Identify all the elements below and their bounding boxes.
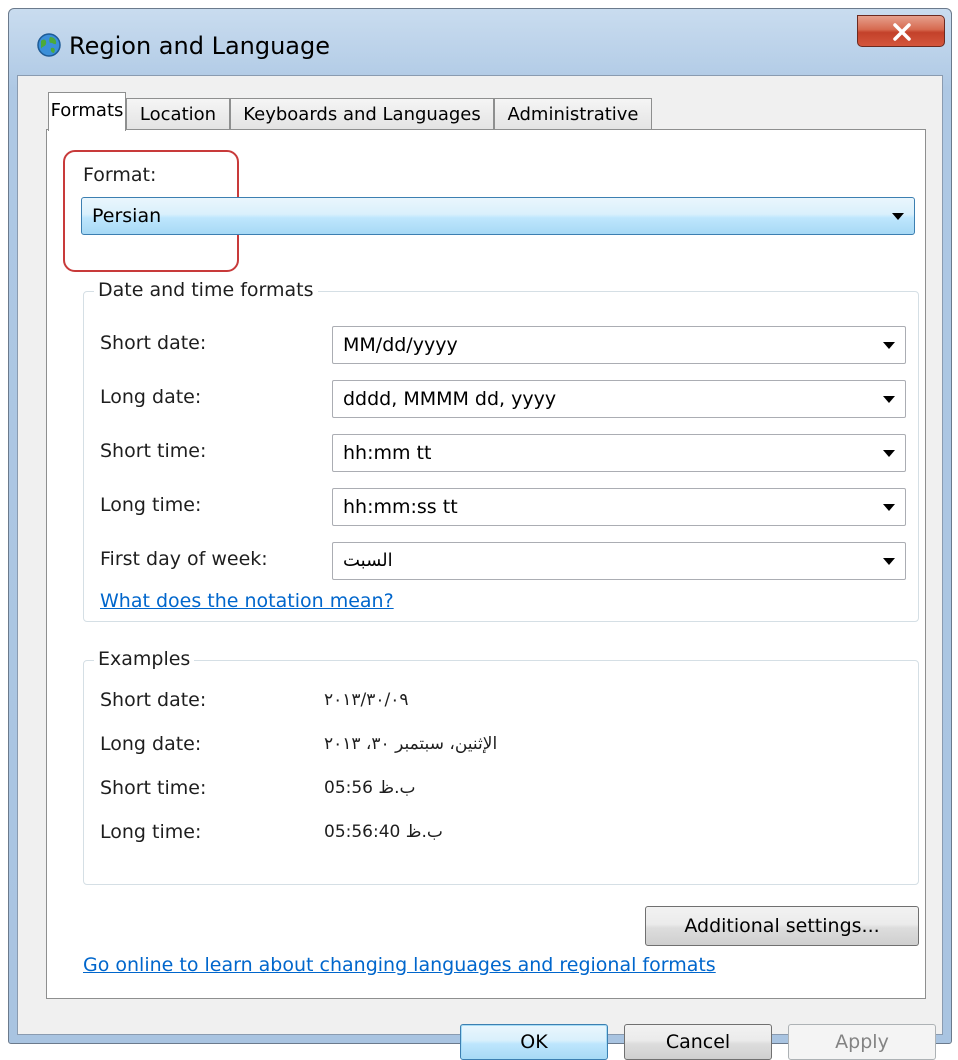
short-date-value: MM/dd/yyyy xyxy=(343,334,458,356)
formats-panel: Format: Persian Date and time formats Sh… xyxy=(46,129,926,999)
region-language-dialog: Region and Language Formats Location Key… xyxy=(8,8,952,1060)
cancel-button[interactable]: Cancel xyxy=(624,1024,772,1060)
first-day-of-week-label: First day of week: xyxy=(100,548,268,570)
example-long-time-label: Long time: xyxy=(100,821,202,843)
short-time-label: Short time: xyxy=(100,440,207,462)
dialog-client-area: Formats Location Keyboards and Languages… xyxy=(17,75,943,1060)
tab-keyboards-and-languages[interactable]: Keyboards and Languages xyxy=(230,98,494,130)
long-date-value: dddd, MMMM dd, yyyy xyxy=(343,388,557,410)
close-icon xyxy=(893,23,911,41)
close-button[interactable] xyxy=(857,15,945,47)
examples-group-title: Examples xyxy=(94,648,195,670)
ok-button[interactable]: OK xyxy=(460,1024,608,1060)
example-long-date-label: Long date: xyxy=(100,733,202,755)
first-day-of-week-value: السبت xyxy=(343,550,393,571)
example-short-time-label: Short time: xyxy=(100,777,207,799)
long-time-value: hh:mm:ss tt xyxy=(343,496,458,518)
format-label: Format: xyxy=(83,164,157,186)
format-value: Persian xyxy=(92,205,162,227)
chevron-down-icon xyxy=(883,396,895,403)
chevron-down-icon xyxy=(892,213,904,220)
short-time-value: hh:mm tt xyxy=(343,442,432,464)
first-day-of-week-dropdown[interactable]: السبت xyxy=(332,542,906,580)
example-short-time-value: 05:56 ب.ظ xyxy=(324,778,416,798)
chevron-down-icon xyxy=(883,504,895,511)
long-date-label: Long date: xyxy=(100,386,202,408)
chevron-down-icon xyxy=(883,450,895,457)
chevron-down-icon xyxy=(883,342,895,349)
title-bar[interactable]: Region and Language xyxy=(9,9,951,75)
additional-settings-button[interactable]: Additional settings... xyxy=(645,906,919,946)
example-long-time-value: 05:56:40 ب.ظ xyxy=(324,822,443,842)
go-online-link[interactable]: Go online to learn about changing langua… xyxy=(83,954,716,976)
short-date-dropdown[interactable]: MM/dd/yyyy xyxy=(332,326,906,364)
long-time-dropdown[interactable]: hh:mm:ss tt xyxy=(332,488,906,526)
example-short-date-value: ٢٠١٣/٣٠/٠٩ xyxy=(324,690,409,710)
globe-icon xyxy=(37,33,61,57)
tab-location[interactable]: Location xyxy=(126,98,230,130)
example-long-date-value: الإثنين، سبتمبر ٣٠، ٢٠١٣ xyxy=(324,734,498,754)
date-time-group-title: Date and time formats xyxy=(94,279,318,301)
notation-help-link[interactable]: What does the notation mean? xyxy=(100,590,394,612)
short-date-label: Short date: xyxy=(100,332,207,354)
window-title: Region and Language xyxy=(69,32,331,60)
tab-administrative[interactable]: Administrative xyxy=(494,98,652,130)
example-short-date-label: Short date: xyxy=(100,689,207,711)
date-time-formats-group: Date and time formats Short date: MM/dd/… xyxy=(83,279,919,622)
apply-button: Apply xyxy=(788,1024,936,1060)
chevron-down-icon xyxy=(883,558,895,565)
long-time-label: Long time: xyxy=(100,494,202,516)
format-dropdown[interactable]: Persian xyxy=(81,197,915,235)
short-time-dropdown[interactable]: hh:mm tt xyxy=(332,434,906,472)
tab-formats[interactable]: Formats xyxy=(48,92,126,131)
examples-group: Examples Short date: ٢٠١٣/٣٠/٠٩ Long dat… xyxy=(83,648,919,885)
long-date-dropdown[interactable]: dddd, MMMM dd, yyyy xyxy=(332,380,906,418)
